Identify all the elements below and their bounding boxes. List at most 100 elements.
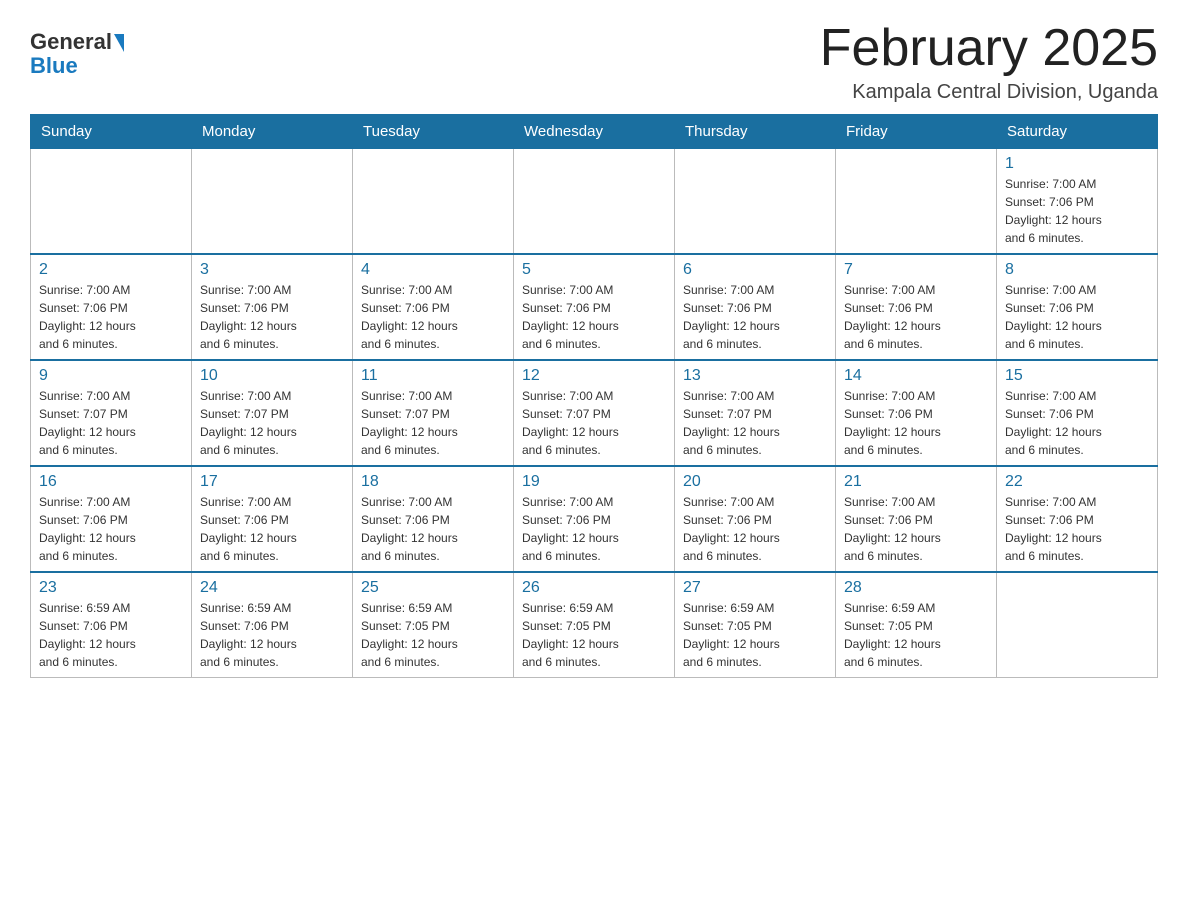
weekday-header-wednesday: Wednesday: [514, 115, 675, 149]
calendar-cell: 16 Sunrise: 7:00 AM Sunset: 7:06 PM Dayli…: [31, 466, 192, 572]
calendar-cell: 1 Sunrise: 7:00 AM Sunset: 7:06 PM Daylig…: [997, 149, 1158, 255]
weekday-header-row: SundayMondayTuesdayWednesdayThursdayFrid…: [31, 115, 1158, 149]
calendar-cell: [836, 149, 997, 255]
day-number: 17: [200, 473, 344, 491]
day-number: 8: [1005, 261, 1149, 279]
weekday-header-sunday: Sunday: [31, 115, 192, 149]
logo-general-text: General: [30, 30, 124, 54]
day-info: Sunrise: 7:00 AM Sunset: 7:06 PM Dayligh…: [844, 387, 988, 459]
day-number: 5: [522, 261, 666, 279]
day-info: Sunrise: 7:00 AM Sunset: 7:06 PM Dayligh…: [522, 281, 666, 353]
calendar-cell: 15Sunrise: 7:00 AM Sunset: 7:06 PM Dayli…: [997, 360, 1158, 466]
calendar-cell: 12Sunrise: 7:00 AM Sunset: 7:07 PM Dayli…: [514, 360, 675, 466]
calendar-cell: [997, 572, 1158, 678]
calendar-cell: 4 Sunrise: 7:00 AM Sunset: 7:06 PM Daylig…: [353, 254, 514, 360]
day-number: 7: [844, 261, 988, 279]
calendar-cell: 28 Sunrise: 6:59 AM Sunset: 7:05 PM Dayli…: [836, 572, 997, 678]
calendar-cell: 19 Sunrise: 7:00 AM Sunset: 7:06 PM Dayli…: [514, 466, 675, 572]
weekday-header-thursday: Thursday: [675, 115, 836, 149]
day-info: Sunrise: 7:00 AM Sunset: 7:07 PM Dayligh…: [683, 387, 827, 459]
day-number: 26: [522, 579, 666, 597]
day-info: Sunrise: 7:00 AM Sunset: 7:06 PM Dayligh…: [683, 281, 827, 353]
calendar-cell: 22 Sunrise: 7:00 AM Sunset: 7:06 PM Dayli…: [997, 466, 1158, 572]
day-info: Sunrise: 7:00 AM Sunset: 7:06 PM Dayligh…: [683, 493, 827, 565]
calendar-cell: 6 Sunrise: 7:00 AM Sunset: 7:06 PM Daylig…: [675, 254, 836, 360]
calendar-cell: 13 Sunrise: 7:00 AM Sunset: 7:07 PM Dayli…: [675, 360, 836, 466]
day-info: Sunrise: 7:00 AM Sunset: 7:07 PM Dayligh…: [200, 387, 344, 459]
calendar-cell: 17Sunrise: 7:00 AM Sunset: 7:06 PM Dayli…: [192, 466, 353, 572]
day-info: Sunrise: 7:00 AM Sunset: 7:06 PM Dayligh…: [1005, 281, 1149, 353]
calendar-cell: [675, 149, 836, 255]
weekday-header-monday: Monday: [192, 115, 353, 149]
calendar-cell: 21 Sunrise: 7:00 AM Sunset: 7:06 PM Dayli…: [836, 466, 997, 572]
day-info: Sunrise: 7:00 AM Sunset: 7:06 PM Dayligh…: [361, 281, 505, 353]
calendar-cell: 20 Sunrise: 7:00 AM Sunset: 7:06 PM Dayli…: [675, 466, 836, 572]
logo: General Blue: [30, 30, 124, 78]
day-number: 25: [361, 579, 505, 597]
day-info: Sunrise: 7:00 AM Sunset: 7:06 PM Dayligh…: [1005, 175, 1149, 247]
calendar-cell: 24Sunrise: 6:59 AM Sunset: 7:06 PM Dayli…: [192, 572, 353, 678]
day-info: Sunrise: 7:00 AM Sunset: 7:06 PM Dayligh…: [361, 493, 505, 565]
weekday-header-friday: Friday: [836, 115, 997, 149]
calendar-cell: 8 Sunrise: 7:00 AM Sunset: 7:06 PM Daylig…: [997, 254, 1158, 360]
day-number: 23: [39, 579, 183, 597]
day-number: 27: [683, 579, 827, 597]
day-number: 11: [361, 367, 505, 385]
day-info: Sunrise: 7:00 AM Sunset: 7:06 PM Dayligh…: [39, 281, 183, 353]
calendar-cell: 18 Sunrise: 7:00 AM Sunset: 7:06 PM Dayli…: [353, 466, 514, 572]
calendar-cell: 23 Sunrise: 6:59 AM Sunset: 7:06 PM Dayli…: [31, 572, 192, 678]
calendar-cell: 27 Sunrise: 6:59 AM Sunset: 7:05 PM Dayli…: [675, 572, 836, 678]
day-number: 1: [1005, 155, 1149, 173]
calendar-cell: [353, 149, 514, 255]
week-row-2: 2 Sunrise: 7:00 AM Sunset: 7:06 PM Daylig…: [31, 254, 1158, 360]
location-subtitle: Kampala Central Division, Uganda: [820, 81, 1158, 104]
day-info: Sunrise: 6:59 AM Sunset: 7:05 PM Dayligh…: [683, 599, 827, 671]
calendar-cell: 10 Sunrise: 7:00 AM Sunset: 7:07 PM Dayli…: [192, 360, 353, 466]
calendar-cell: 14 Sunrise: 7:00 AM Sunset: 7:06 PM Dayli…: [836, 360, 997, 466]
calendar-table: SundayMondayTuesdayWednesdayThursdayFrid…: [30, 114, 1158, 678]
logo-blue-text: Blue: [30, 54, 78, 78]
calendar-cell: 11 Sunrise: 7:00 AM Sunset: 7:07 PM Dayli…: [353, 360, 514, 466]
day-number: 15: [1005, 367, 1149, 385]
weekday-header-tuesday: Tuesday: [353, 115, 514, 149]
calendar-cell: 2 Sunrise: 7:00 AM Sunset: 7:06 PM Daylig…: [31, 254, 192, 360]
calendar-cell: [31, 149, 192, 255]
day-info: Sunrise: 6:59 AM Sunset: 7:05 PM Dayligh…: [361, 599, 505, 671]
calendar-cell: [514, 149, 675, 255]
day-number: 9: [39, 367, 183, 385]
day-number: 16: [39, 473, 183, 491]
day-info: Sunrise: 6:59 AM Sunset: 7:05 PM Dayligh…: [522, 599, 666, 671]
day-number: 10: [200, 367, 344, 385]
day-number: 13: [683, 367, 827, 385]
day-info: Sunrise: 6:59 AM Sunset: 7:05 PM Dayligh…: [844, 599, 988, 671]
calendar-cell: 26 Sunrise: 6:59 AM Sunset: 7:05 PM Dayli…: [514, 572, 675, 678]
day-info: Sunrise: 7:00 AM Sunset: 7:06 PM Dayligh…: [1005, 493, 1149, 565]
day-number: 18: [361, 473, 505, 491]
day-info: Sunrise: 7:00 AM Sunset: 7:06 PM Dayligh…: [39, 493, 183, 565]
calendar-cell: 5 Sunrise: 7:00 AM Sunset: 7:06 PM Daylig…: [514, 254, 675, 360]
weekday-header-saturday: Saturday: [997, 115, 1158, 149]
day-number: 14: [844, 367, 988, 385]
day-number: 21: [844, 473, 988, 491]
day-number: 6: [683, 261, 827, 279]
day-info: Sunrise: 7:00 AM Sunset: 7:07 PM Dayligh…: [39, 387, 183, 459]
day-number: 3: [200, 261, 344, 279]
day-info: Sunrise: 7:00 AM Sunset: 7:07 PM Dayligh…: [361, 387, 505, 459]
day-number: 2: [39, 261, 183, 279]
week-row-1: 1 Sunrise: 7:00 AM Sunset: 7:06 PM Daylig…: [31, 149, 1158, 255]
day-number: 19: [522, 473, 666, 491]
week-row-5: 23 Sunrise: 6:59 AM Sunset: 7:06 PM Dayli…: [31, 572, 1158, 678]
day-number: 28: [844, 579, 988, 597]
day-info: Sunrise: 7:00 AM Sunset: 7:06 PM Dayligh…: [522, 493, 666, 565]
day-info: Sunrise: 6:59 AM Sunset: 7:06 PM Dayligh…: [39, 599, 183, 671]
day-number: 22: [1005, 473, 1149, 491]
day-number: 4: [361, 261, 505, 279]
calendar-cell: [192, 149, 353, 255]
day-info: Sunrise: 7:00 AM Sunset: 7:06 PM Dayligh…: [200, 281, 344, 353]
day-info: Sunrise: 7:00 AM Sunset: 7:07 PM Dayligh…: [522, 387, 666, 459]
day-info: Sunrise: 7:00 AM Sunset: 7:06 PM Dayligh…: [844, 493, 988, 565]
calendar-cell: 7Sunrise: 7:00 AM Sunset: 7:06 PM Daylig…: [836, 254, 997, 360]
day-number: 20: [683, 473, 827, 491]
day-number: 24: [200, 579, 344, 597]
title-block: February 2025 Kampala Central Division, …: [820, 20, 1158, 104]
